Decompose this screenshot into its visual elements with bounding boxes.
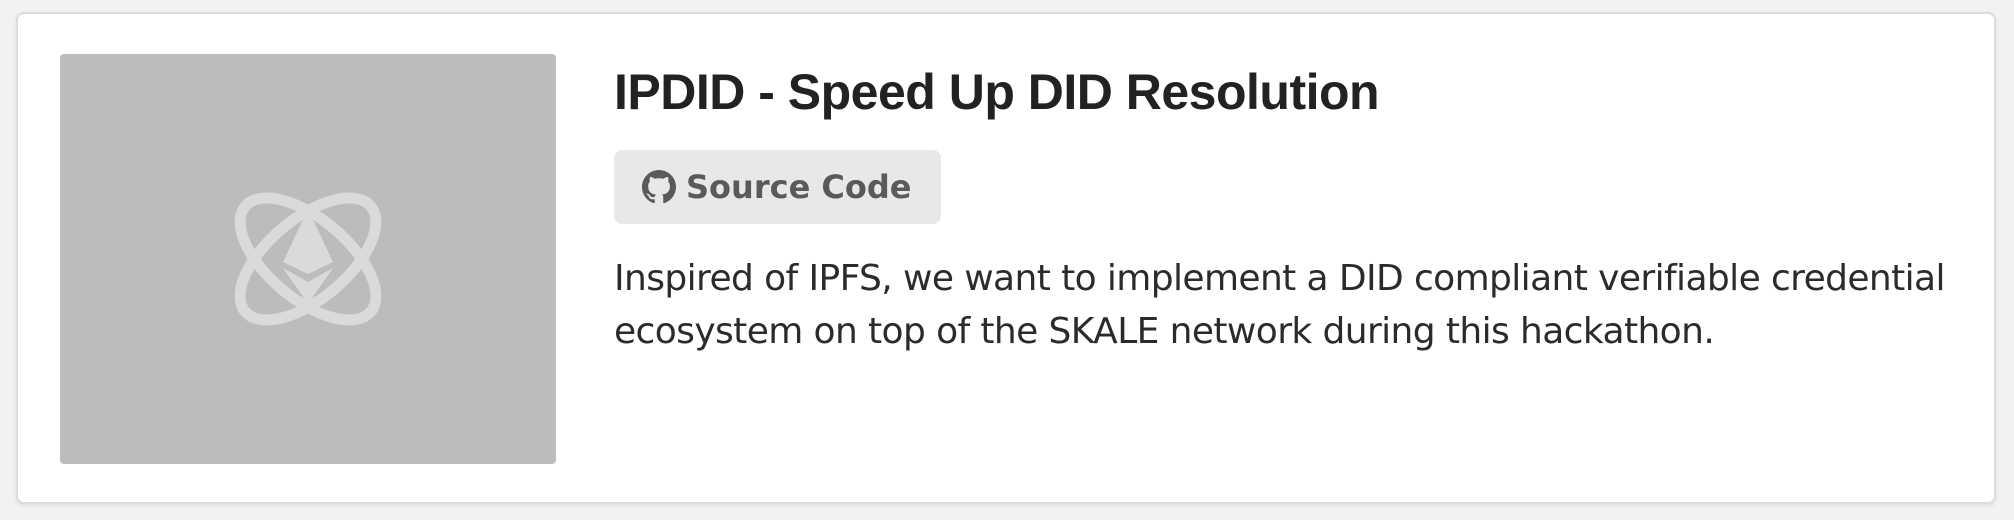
ethereum-atom-placeholder-icon bbox=[234, 192, 382, 326]
project-card: IPDID - Speed Up DID Resolution Source C… bbox=[16, 12, 1996, 504]
project-title: IPDID - Speed Up DID Resolution bbox=[614, 64, 1380, 120]
source-code-label: Source Code bbox=[686, 168, 912, 206]
project-thumbnail bbox=[60, 54, 556, 464]
github-icon bbox=[642, 170, 676, 204]
project-content: IPDID - Speed Up DID Resolution Source C… bbox=[614, 54, 1954, 358]
project-description: Inspired of IPFS, we want to implement a… bbox=[614, 258, 1946, 352]
source-code-button[interactable]: Source Code bbox=[614, 150, 942, 224]
